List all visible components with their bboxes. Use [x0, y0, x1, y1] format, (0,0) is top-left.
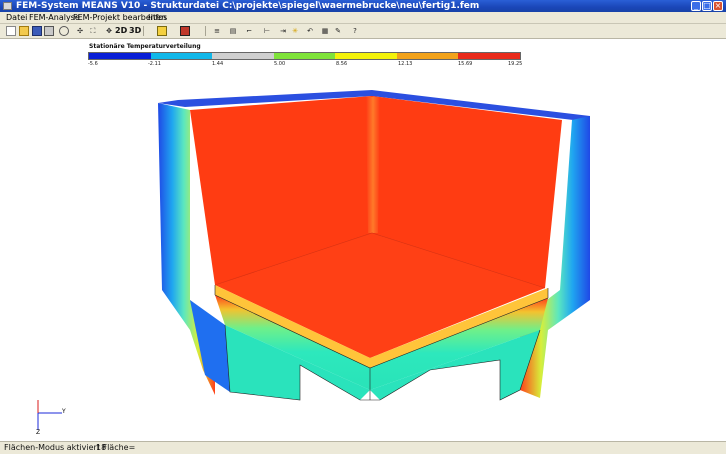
legend-swatch: [458, 53, 521, 59]
legend-color-bar: [88, 52, 521, 60]
legend-label: 12.13: [398, 61, 413, 67]
model-viewport[interactable]: Stationäre Temperaturverteilung -5.6 -2.…: [0, 39, 726, 441]
toolbar-separator: [143, 26, 144, 36]
legend-swatch: [150, 53, 213, 59]
zoom-icon[interactable]: [59, 26, 69, 36]
legend-label: 19.25: [508, 61, 523, 67]
window-title: FEM-System MEANS V10 - Strukturdatei C:\…: [16, 1, 480, 11]
legend-label: 5.00: [274, 61, 286, 67]
legend-label: -5.6: [88, 61, 98, 67]
status-value: 18: [96, 443, 107, 452]
cube-icon[interactable]: [157, 26, 167, 36]
help-icon[interactable]: ?: [350, 26, 360, 36]
legend-swatch: [396, 53, 459, 59]
menu-datei[interactable]: Datei: [6, 12, 27, 23]
view-2d-button[interactable]: 2D: [115, 26, 127, 36]
grid-icon[interactable]: ▦: [320, 26, 330, 36]
app-icon: [3, 2, 12, 10]
list-icon[interactable]: ≡: [212, 26, 222, 36]
move-icon[interactable]: ✥: [104, 26, 114, 36]
open-folder-icon[interactable]: [19, 26, 29, 36]
menu-infos[interactable]: Infos: [148, 12, 167, 23]
legend-swatch: [335, 53, 397, 59]
pen-icon[interactable]: ✎: [333, 26, 343, 36]
minimize-button[interactable]: _: [691, 1, 701, 11]
zoom-extents-icon[interactable]: ✣: [75, 26, 85, 36]
support-icon[interactable]: ⊢: [262, 26, 272, 36]
corner-crease: [366, 97, 380, 233]
status-text: Flächen-Modus aktiviert Fläche=: [4, 443, 136, 452]
legend-swatch: [273, 53, 336, 59]
legend-swatch: [89, 53, 151, 59]
maximize-button[interactable]: □: [702, 1, 712, 11]
close-button[interactable]: ×: [713, 1, 723, 11]
legend-label: -2.11: [148, 61, 161, 67]
status-bar: Flächen-Modus aktiviert Fläche= 18: [0, 441, 726, 454]
print-icon[interactable]: [44, 26, 54, 36]
load-icon[interactable]: ⇥: [278, 26, 288, 36]
render-icon[interactable]: [180, 26, 190, 36]
new-file-icon[interactable]: [6, 26, 16, 36]
title-bar: FEM-System MEANS V10 - Strukturdatei C:\…: [0, 0, 726, 12]
rotate-icon[interactable]: ↶: [305, 26, 315, 36]
light-icon[interactable]: ✳: [290, 26, 300, 36]
view-3d-button[interactable]: 3D: [129, 26, 141, 36]
menu-bar: Datei FEM-Analyse FEM-Projekt bearbeiten…: [0, 12, 726, 24]
toolbar-separator: [205, 26, 206, 36]
legend-label: 8.56: [336, 61, 348, 67]
legend-title: Stationäre Temperaturverteilung: [89, 43, 201, 50]
axis-y-label: Y: [62, 408, 66, 415]
legend-label: 15.69: [458, 61, 473, 67]
legend-swatch: [212, 53, 274, 59]
edit-icon[interactable]: ▤: [228, 26, 238, 36]
temperature-model: [37, 90, 590, 430]
save-icon[interactable]: [32, 26, 42, 36]
axis-z-label: Z: [36, 429, 41, 436]
legend-label: 1.44: [212, 61, 224, 67]
zoom-window-icon[interactable]: ⛶: [88, 26, 98, 36]
arrow-icon[interactable]: ⌐: [244, 26, 254, 36]
toolbar: ✣ ⛶ ✥ 2D 3D ≡ ▤ ⌐ ⊢ ⇥ ✳ ↶ ▦ ✎ ?: [0, 24, 726, 39]
